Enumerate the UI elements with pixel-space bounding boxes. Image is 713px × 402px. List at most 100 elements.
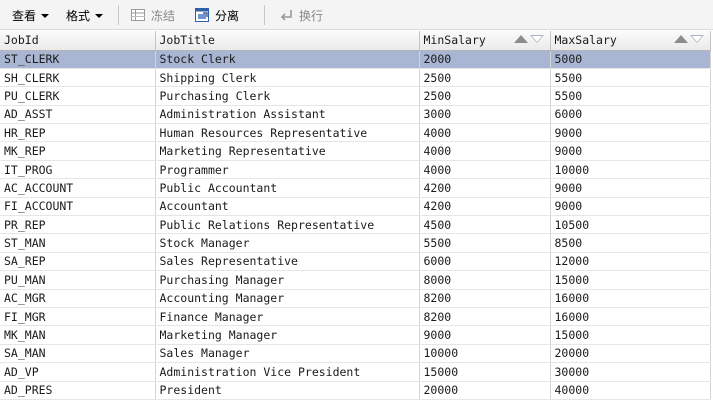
cell-jobtitle[interactable]: Shipping Clerk [155, 68, 420, 88]
table-row[interactable]: AD_VP Administration Vice President 15000 3… [0, 362, 711, 382]
table-row[interactable]: IT_PROG Programmer 4000 10000 [0, 160, 711, 180]
cell-jobid[interactable]: PU_CLERK [0, 86, 156, 106]
cell-jobid[interactable]: IT_PROG [0, 160, 156, 180]
cell-minsalary[interactable]: 2000 [419, 50, 551, 69]
cell-jobtitle[interactable]: President [155, 381, 420, 400]
cell-jobtitle[interactable]: Sales Representative [155, 252, 420, 272]
cell-maxsalary[interactable]: 16000 [550, 307, 711, 327]
cell-minsalary[interactable]: 4200 [419, 197, 551, 217]
cell-maxsalary[interactable]: 9000 [550, 123, 711, 143]
cell-jobtitle[interactable]: Programmer [155, 160, 420, 180]
cell-jobid[interactable]: SA_REP [0, 252, 156, 272]
cell-jobtitle[interactable]: Stock Manager [155, 233, 420, 253]
cell-minsalary[interactable]: 4000 [419, 123, 551, 143]
freeze-button[interactable]: 冻结 [130, 4, 175, 26]
cell-minsalary[interactable]: 4500 [419, 215, 551, 235]
cell-jobtitle[interactable]: Stock Clerk [155, 50, 420, 69]
cell-jobid[interactable]: MK_REP [0, 141, 156, 161]
cell-minsalary[interactable]: 2500 [419, 86, 551, 106]
cell-jobid[interactable]: ST_MAN [0, 233, 156, 253]
cell-jobtitle[interactable]: Public Accountant [155, 178, 420, 198]
table-row[interactable]: PU_CLERK Purchasing Clerk 2500 5500 [0, 86, 711, 106]
cell-jobid[interactable]: PR_REP [0, 215, 156, 235]
table-row[interactable]: AD_ASST Administration Assistant 3000 6000 [0, 105, 711, 125]
cell-maxsalary[interactable]: 8500 [550, 233, 711, 253]
cell-maxsalary[interactable]: 5500 [550, 68, 711, 88]
cell-minsalary[interactable]: 9000 [419, 325, 551, 345]
cell-jobid[interactable]: AD_VP [0, 362, 156, 382]
cell-jobid[interactable]: AC_MGR [0, 289, 156, 308]
cell-maxsalary[interactable]: 15000 [550, 270, 711, 290]
cell-jobtitle[interactable]: Marketing Representative [155, 141, 420, 161]
cell-maxsalary[interactable]: 10000 [550, 160, 711, 180]
wrap-button[interactable]: 换行 [278, 4, 323, 26]
cell-minsalary[interactable]: 4000 [419, 141, 551, 161]
cell-jobid[interactable]: FI_ACCOUNT [0, 197, 156, 217]
detach-button[interactable]: 分离 [194, 4, 239, 26]
sort-arrows[interactable] [673, 35, 704, 43]
cell-minsalary[interactable]: 8200 [419, 289, 551, 308]
cell-jobtitle[interactable]: Administration Assistant [155, 105, 420, 125]
format-menu-button[interactable]: 格式 [66, 4, 104, 26]
table-row[interactable]: MK_REP Marketing Representative 4000 9000 [0, 141, 711, 161]
cell-minsalary[interactable]: 2500 [419, 68, 551, 88]
cell-maxsalary[interactable]: 20000 [550, 344, 711, 364]
cell-jobid[interactable]: PU_MAN [0, 270, 156, 290]
column-header-jobid[interactable]: JobId [0, 31, 156, 51]
cell-minsalary[interactable]: 10000 [419, 344, 551, 364]
cell-jobid[interactable]: FI_MGR [0, 307, 156, 327]
table-row[interactable]: HR_REP Human Resources Representative 4000… [0, 123, 711, 143]
cell-jobtitle[interactable]: Human Resources Representative [155, 123, 420, 143]
table-row[interactable]: AD_PRES President 20000 40000 [0, 381, 711, 400]
cell-minsalary[interactable]: 3000 [419, 105, 551, 125]
cell-minsalary[interactable]: 5500 [419, 233, 551, 253]
column-header-jobtitle[interactable]: JobTitle [155, 31, 420, 51]
cell-maxsalary[interactable]: 9000 [550, 178, 711, 198]
cell-jobtitle[interactable]: Administration Vice President [155, 362, 420, 382]
cell-jobtitle[interactable]: Finance Manager [155, 307, 420, 327]
table-row[interactable]: AC_MGR Accounting Manager 8200 16000 [0, 289, 711, 308]
cell-minsalary[interactable]: 4000 [419, 160, 551, 180]
column-header-minsalary[interactable]: MinSalary [419, 31, 551, 51]
table-row[interactable]: FI_MGR Finance Manager 8200 16000 [0, 307, 711, 327]
cell-jobtitle[interactable]: Purchasing Manager [155, 270, 420, 290]
table-row[interactable]: MK_MAN Marketing Manager 9000 15000 [0, 325, 711, 345]
cell-minsalary[interactable]: 20000 [419, 381, 551, 400]
view-menu-button[interactable]: 查看 [12, 4, 50, 26]
cell-maxsalary[interactable]: 5000 [550, 50, 711, 69]
cell-jobid[interactable]: AD_PRES [0, 381, 156, 400]
cell-maxsalary[interactable]: 9000 [550, 141, 711, 161]
cell-minsalary[interactable]: 6000 [419, 252, 551, 272]
cell-jobid[interactable]: ST_CLERK [0, 50, 156, 69]
table-row[interactable]: SA_REP Sales Representative 6000 12000 [0, 252, 711, 272]
table-row[interactable]: AC_ACCOUNT Public Accountant 4200 9000 [0, 178, 711, 198]
cell-maxsalary[interactable]: 40000 [550, 381, 711, 400]
cell-maxsalary[interactable]: 9000 [550, 197, 711, 217]
cell-maxsalary[interactable]: 15000 [550, 325, 711, 345]
cell-jobid[interactable]: SH_CLERK [0, 68, 156, 88]
table-row[interactable]: ST_CLERK Stock Clerk 2000 5000 [0, 50, 711, 69]
cell-minsalary[interactable]: 8200 [419, 307, 551, 327]
cell-jobid[interactable]: AD_ASST [0, 105, 156, 125]
table-row[interactable]: SA_MAN Sales Manager 10000 20000 [0, 344, 711, 364]
table-row[interactable]: FI_ACCOUNT Accountant 4200 9000 [0, 197, 711, 217]
cell-jobtitle[interactable]: Marketing Manager [155, 325, 420, 345]
cell-jobtitle[interactable]: Accounting Manager [155, 289, 420, 308]
column-header-maxsalary[interactable]: MaxSalary [550, 31, 711, 51]
cell-jobid[interactable]: MK_MAN [0, 325, 156, 345]
table-row[interactable]: PU_MAN Purchasing Manager 8000 15000 [0, 270, 711, 290]
cell-jobtitle[interactable]: Accountant [155, 197, 420, 217]
cell-maxsalary[interactable]: 10500 [550, 215, 711, 235]
cell-minsalary[interactable]: 15000 [419, 362, 551, 382]
cell-jobid[interactable]: SA_MAN [0, 344, 156, 364]
cell-maxsalary[interactable]: 6000 [550, 105, 711, 125]
cell-jobtitle[interactable]: Sales Manager [155, 344, 420, 364]
table-row[interactable]: SH_CLERK Shipping Clerk 2500 5500 [0, 68, 711, 88]
table-row[interactable]: PR_REP Public Relations Representative 450… [0, 215, 711, 235]
cell-maxsalary[interactable]: 12000 [550, 252, 711, 272]
table-row[interactable]: ST_MAN Stock Manager 5500 8500 [0, 233, 711, 253]
cell-minsalary[interactable]: 8000 [419, 270, 551, 290]
cell-jobid[interactable]: HR_REP [0, 123, 156, 143]
cell-maxsalary[interactable]: 16000 [550, 289, 711, 308]
cell-minsalary[interactable]: 4200 [419, 178, 551, 198]
